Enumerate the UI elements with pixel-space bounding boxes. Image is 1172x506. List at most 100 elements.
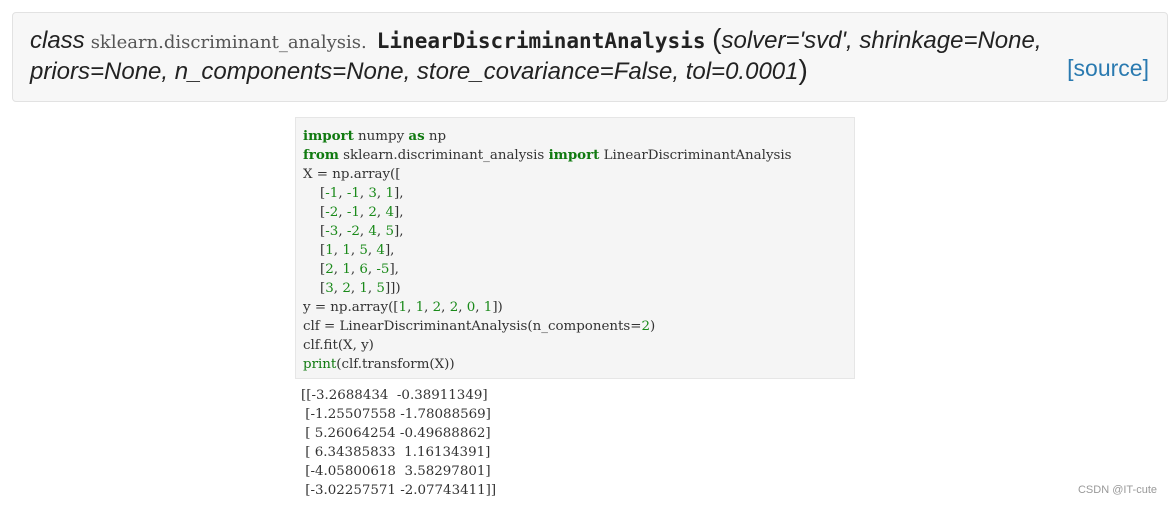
watermark: CSDN @IT-cute — [1077, 484, 1157, 496]
code-token: [ — [303, 243, 326, 258]
class-keyword: class — [30, 27, 85, 54]
code-token: , — [441, 300, 450, 315]
code-token: 5 — [359, 243, 368, 258]
code-token: 3 — [325, 281, 334, 296]
code-line: [3, 2, 1, 5]]) — [303, 279, 792, 298]
code-token: 4 — [376, 243, 385, 258]
code-token: ], — [393, 186, 404, 201]
code-token: ]) — [492, 300, 503, 315]
code-line: clf = LinearDiscriminantAnalysis(n_compo… — [303, 317, 792, 336]
code-line: X = np.array([ — [303, 165, 792, 184]
code-token: as — [408, 128, 425, 144]
class-name: LinearDiscriminantAnalysis — [376, 29, 706, 53]
output-line: [-3.02257571 -2.07743411]] — [301, 483, 497, 498]
code-token: sklearn.discriminant_analysis — [338, 148, 549, 163]
code-token: import — [548, 147, 600, 163]
code-token: 1 — [385, 186, 394, 201]
code-line: from sklearn.discriminant_analysis impor… — [303, 146, 792, 165]
code-token: np — [424, 129, 447, 144]
code-token: 1 — [342, 243, 351, 258]
code-token: [ — [303, 262, 326, 277]
module-path: sklearn.discriminant_analysis. — [90, 32, 367, 53]
output-line: [-4.05800618 3.58297801] — [301, 464, 491, 479]
code-token: X = np.array([ — [303, 167, 401, 182]
code-token: 4 — [368, 224, 377, 239]
code-token: 5 — [376, 281, 385, 296]
code-token: 2 — [449, 300, 459, 315]
code-line: [2, 1, 6, -5], — [303, 260, 792, 279]
output-line: [-1.25507558 -1.78088569] — [301, 407, 491, 422]
code-token: 3 — [368, 186, 377, 201]
code-line: y = np.array([1, 1, 2, 2, 0, 1]) — [303, 298, 792, 317]
code-token: numpy — [353, 129, 409, 144]
output-line: [ 6.34385833 1.16134391] — [301, 445, 491, 460]
code-token: y = np.array([ — [303, 300, 399, 315]
code-token: 6 — [359, 262, 368, 277]
close-paren: ) — [798, 54, 808, 85]
code-line: [-1, -1, 3, 1], — [303, 184, 792, 203]
code-token: [ — [303, 281, 326, 296]
params-line-2: priors=None, n_components=None, store_co… — [30, 58, 799, 85]
code-token: from — [303, 147, 339, 163]
code-line: [1, 1, 5, 4], — [303, 241, 792, 260]
source-link[interactable]: [source] — [1067, 55, 1149, 82]
code-token: [ — [303, 205, 326, 220]
code-token: 1 — [398, 300, 408, 315]
code-token: ], — [384, 243, 395, 258]
code-line: [-2, -1, 2, 4], — [303, 203, 792, 222]
code-token: ], — [389, 262, 399, 277]
code-block: import numpy as np from sklearn.discrimin… — [295, 117, 855, 379]
code-token: 2 — [432, 300, 442, 315]
code-token: , — [338, 186, 347, 201]
code-token: -5 — [376, 262, 390, 277]
code-token: [ — [303, 186, 326, 201]
code-token: ]]) — [384, 281, 401, 296]
code-token: [ — [303, 224, 326, 239]
code-token: -1 — [346, 186, 360, 201]
code-token: ], — [393, 205, 404, 220]
code-token: 2 — [641, 319, 651, 334]
code-token: -1 — [346, 205, 360, 220]
code-token: , — [338, 224, 347, 239]
code-token: 1 — [415, 300, 425, 315]
code-token: , — [458, 300, 467, 315]
params-line-1: solver='svd', shrinkage=None, — [721, 27, 1042, 54]
code-token: ], — [393, 224, 404, 239]
code-token: -2 — [325, 205, 339, 220]
code-token: -3 — [325, 224, 339, 239]
code-line: [-3, -2, 4, 5], — [303, 222, 792, 241]
code-token: clf.fit(X, y) — [303, 338, 374, 353]
code-token: (clf.transform(X)) — [336, 357, 455, 372]
code-token: 1 — [359, 281, 368, 296]
api-signature-box: class sklearn.discriminant_analysis. Linea… — [12, 12, 1168, 102]
code-token: LinearDiscriminantAnalysis — [599, 148, 792, 163]
code-line: print(clf.transform(X)) — [303, 355, 792, 374]
code-lines: import numpy as np from sklearn.discrimin… — [303, 127, 792, 374]
code-token: , — [338, 205, 347, 220]
code-output: [[-3.2688434 -0.38911349] [-1.25507558 -… — [301, 386, 496, 500]
code-token: -2 — [346, 224, 360, 239]
code-token: import — [303, 128, 354, 144]
code-token: 4 — [385, 205, 394, 220]
code-token: print — [303, 357, 337, 372]
output-line: [[-3.2688434 -0.38911349] — [301, 388, 488, 403]
code-token: 5 — [385, 224, 394, 239]
code-token: , — [407, 300, 416, 315]
code-line: clf.fit(X, y) — [303, 336, 792, 355]
code-token: clf = LinearDiscriminantAnalysis(n_compo… — [303, 319, 642, 334]
output-line: [ 5.26064254 -0.49688862] — [301, 426, 491, 441]
code-token: 1 — [342, 262, 351, 277]
code-token: 2 — [342, 281, 351, 296]
open-paren: ( — [712, 23, 722, 54]
code-token: , — [475, 300, 484, 315]
code-token: ) — [650, 319, 656, 334]
code-line: import numpy as np — [303, 127, 792, 146]
code-token: 1 — [325, 243, 334, 258]
signature-line-1: class sklearn.discriminant_analysis. Linea… — [30, 23, 1042, 55]
code-token: 0 — [466, 300, 476, 315]
code-token: -1 — [325, 186, 339, 201]
code-token: 2 — [325, 262, 334, 277]
code-token: , — [424, 300, 433, 315]
code-token: 2 — [368, 205, 377, 220]
signature-line-2: priors=None, n_components=None, store_co… — [30, 54, 808, 86]
